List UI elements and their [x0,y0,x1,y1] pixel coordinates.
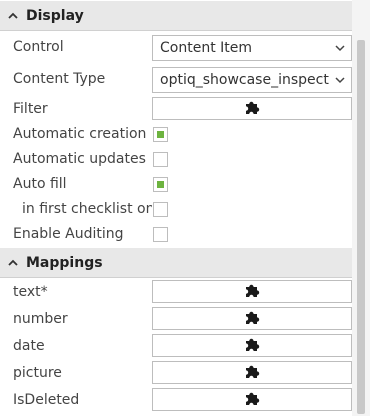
chevron-up-icon[interactable] [0,259,26,266]
filter-label: Filter [13,101,48,117]
auto-fill-row: Auto fill [0,172,352,197]
mapping-label: date [13,338,45,354]
first-checklist-only-label: in first checklist only [22,201,152,217]
content-type-select-value: optiq_showcase_inspecte [160,72,329,88]
mapping-row: IsDeleted [0,388,352,413]
control-label: Control [13,39,64,55]
checkbox-mark [157,181,164,188]
properties-panel: Display Control Content Item Content Typ… [0,0,370,416]
mapping-binder-button[interactable] [152,334,352,357]
chevron-down-icon [329,76,351,84]
mapping-binder-button[interactable] [152,388,352,411]
mapping-row: picture [0,361,352,386]
content-type-select[interactable]: optiq_showcase_inspecte [152,67,352,93]
mapping-binder-button[interactable] [152,361,352,384]
puzzle-icon [244,390,260,410]
first-checklist-only-row: in first checklist only [0,197,352,222]
puzzle-icon [244,336,260,356]
puzzle-icon [244,99,260,119]
mapping-label: text* [13,284,48,300]
checkbox-mark [157,131,164,138]
puzzle-icon [244,363,260,383]
scrollbar-thumb[interactable] [357,40,365,414]
automatic-creation-checkbox[interactable] [153,127,168,142]
mapping-binder-button[interactable] [152,307,352,330]
filter-row: Filter [0,97,352,122]
control-select[interactable]: Content Item [152,35,352,61]
mapping-row: text* [0,280,352,305]
puzzle-icon [244,309,260,329]
content-type-row: Content Type optiq_showcase_inspecte [0,67,352,93]
automatic-updates-label: Automatic updates [13,151,146,167]
first-checklist-only-checkbox[interactable] [153,202,168,217]
puzzle-icon [244,282,260,302]
auto-fill-checkbox[interactable] [153,177,168,192]
mapping-label: IsDeleted [13,392,80,408]
vertical-scrollbar[interactable] [352,0,370,416]
mapping-row: date [0,334,352,359]
automatic-creation-label: Automatic creation [13,126,147,142]
mappings-section-header[interactable]: Mappings [0,248,352,278]
automatic-updates-row: Automatic updates [0,147,352,172]
auto-fill-label: Auto fill [13,176,67,192]
control-row: Control Content Item [0,35,352,61]
enable-auditing-row: Enable Auditing [0,222,352,247]
chevron-down-icon [329,44,351,52]
automatic-creation-row: Automatic creation [0,122,352,147]
display-section-header[interactable]: Display [0,1,352,31]
control-select-value: Content Item [160,40,252,56]
automatic-updates-checkbox[interactable] [153,152,168,167]
mapping-row: number [0,307,352,332]
display-section-title: Display [26,7,84,24]
mapping-binder-button[interactable] [152,280,352,303]
chevron-up-icon[interactable] [0,12,26,19]
enable-auditing-checkbox[interactable] [153,227,168,242]
enable-auditing-label: Enable Auditing [13,226,124,242]
mapping-label: picture [13,365,62,381]
mapping-label: number [13,311,68,327]
content-type-label: Content Type [13,71,106,87]
filter-binder-button[interactable] [152,97,352,120]
mappings-section-title: Mappings [26,254,103,271]
